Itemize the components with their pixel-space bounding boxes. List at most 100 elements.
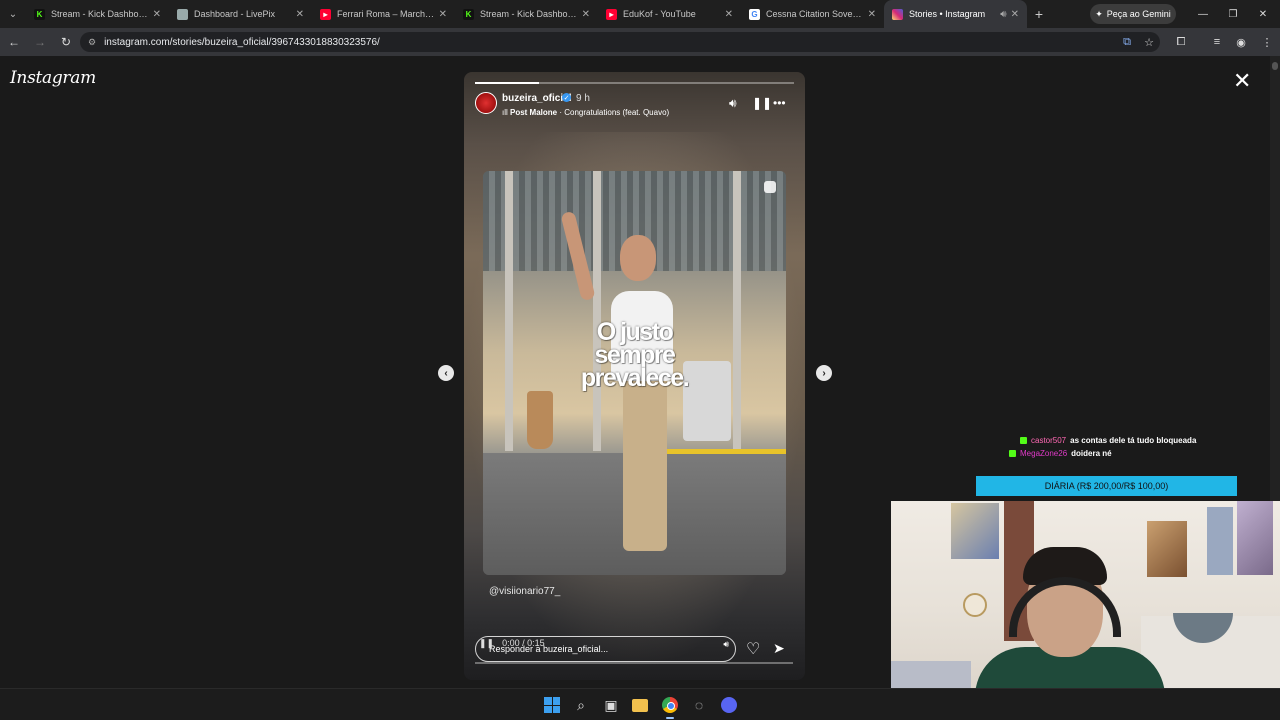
translate-icon[interactable]: ⧉	[1116, 28, 1138, 56]
app-icon[interactable]: ◌	[689, 695, 709, 715]
extensions-icon[interactable]: ⧠	[1170, 28, 1192, 56]
bookmark-star-icon[interactable]: ☆	[1138, 28, 1160, 56]
gemini-label: Peça ao Gemini	[1106, 9, 1171, 19]
speaker-icon[interactable]: 🔊︎	[1000, 9, 1006, 20]
tab-title: Ferrari Roma – Marcha e Pu	[337, 9, 435, 19]
story-caption: O justo sempre prevalece.	[580, 318, 690, 392]
youtube-icon: ▸	[320, 8, 331, 20]
music-artist: Post Malone	[510, 108, 558, 117]
scrollbar-thumb[interactable]	[1272, 62, 1278, 70]
music-title: Congratulations (feat. Quavo)	[564, 108, 670, 117]
tab-search-icon[interactable]: ⌄	[0, 0, 26, 28]
forward-button[interactable]: →	[28, 30, 52, 54]
site-info-icon[interactable]: ⚙	[88, 37, 96, 48]
livepix-icon	[177, 8, 188, 20]
close-icon[interactable]: ✕	[868, 9, 876, 20]
photo-person-legs	[623, 376, 667, 551]
profile-avatar-icon[interactable]: ◉	[1230, 28, 1252, 56]
close-icon[interactable]: ✕	[725, 9, 733, 20]
video-volume-icon[interactable]: 🔊︎	[723, 639, 729, 650]
story-progress-bar	[475, 82, 794, 84]
video-pause-icon[interactable]: ❚❚	[479, 638, 494, 648]
tab-strip: ⌄ K Stream - Kick Dashboard ✕ Dashboard …	[0, 0, 1280, 28]
story-viewer[interactable]: buzeira_oficial ✓ 9 h ıll Post Malone · …	[464, 72, 805, 680]
music-bars-icon: ıll	[502, 108, 510, 117]
wall-poster	[1147, 521, 1187, 577]
sticker-icon[interactable]	[764, 181, 776, 193]
url-text: instagram.com/stories/buzeira_oficial/39…	[104, 36, 380, 48]
story-music[interactable]: ıll Post Malone · Congratulations (feat.…	[502, 108, 669, 117]
tab-edukof[interactable]: ▸ EduKof - YouTube ✕	[598, 0, 741, 28]
instagram-logo[interactable]: Instagram	[10, 68, 96, 88]
photo-plant-pot	[527, 391, 553, 449]
tab-ferrari[interactable]: ▸ Ferrari Roma – Marcha e Pu ✕	[312, 0, 455, 28]
tab-title: Stories • Instagram	[909, 9, 986, 19]
story-mention[interactable]: @visiionario77_	[489, 586, 560, 597]
next-story-arrow-icon[interactable]: ›	[816, 365, 832, 381]
verified-badge-icon: ✓	[562, 93, 571, 102]
search-icon[interactable]: ⌕	[571, 695, 591, 715]
discord-icon[interactable]	[719, 695, 739, 715]
close-window-button[interactable]: ✕	[1248, 0, 1278, 28]
photo-pillar	[733, 171, 741, 451]
kick-icon	[1020, 437, 1027, 444]
tab-kick-dashboard-1[interactable]: K Stream - Kick Dashboard ✕	[26, 0, 169, 28]
gemini-button[interactable]: ✦ Peça ao Gemini	[1090, 4, 1176, 24]
avatar[interactable]	[475, 92, 497, 114]
windows-taskbar: ⌕ ▣ ◌	[0, 688, 1280, 720]
photo-pillar	[593, 171, 601, 451]
volume-icon[interactable]: 🔊︎	[729, 96, 737, 111]
chat-user: castor507	[1031, 436, 1067, 445]
chat-message: MegaZone26 doidera né	[1009, 449, 1112, 458]
like-heart-icon[interactable]: ♡	[746, 639, 760, 659]
reading-list-icon[interactable]: ≡	[1206, 28, 1228, 56]
close-icon[interactable]: ✕	[1011, 9, 1019, 20]
close-icon[interactable]: ✕	[582, 9, 590, 20]
kick-icon: K	[463, 8, 474, 20]
tab-title: Dashboard - LivePix	[194, 9, 276, 19]
tab-kick-dashboard-2[interactable]: K Stream - Kick Dashboard ✕	[455, 0, 598, 28]
video-scrubber[interactable]	[475, 662, 793, 664]
video-time: ❚❚ 0:00 / 0:15	[479, 638, 545, 649]
file-explorer-icon[interactable]	[630, 695, 650, 715]
restore-button[interactable]: ❐	[1218, 0, 1248, 28]
new-tab-button[interactable]: +	[1027, 6, 1051, 22]
minimize-button[interactable]: —	[1188, 0, 1218, 28]
chat-text: doidera né	[1071, 449, 1112, 458]
close-icon[interactable]: ✕	[439, 9, 447, 20]
chat-user: MegaZone26	[1020, 449, 1068, 458]
windows-start-icon[interactable]	[542, 695, 562, 715]
kick-icon	[1009, 450, 1016, 457]
story-username[interactable]: buzeira_oficial	[502, 93, 571, 104]
tab-livepix[interactable]: Dashboard - LivePix ✕	[169, 0, 312, 28]
story-progress-fill	[475, 82, 539, 84]
more-options-icon[interactable]: •••	[773, 96, 786, 110]
story-header: buzeira_oficial ✓ 9 h ıll Post Malone · …	[475, 90, 795, 120]
pause-icon[interactable]: ❚❚	[752, 96, 772, 110]
close-story-icon[interactable]: ✕	[1233, 70, 1251, 92]
tab-title: Cessna Citation Sovereign -	[766, 9, 864, 19]
video-time-text: 0:00 / 0:15	[502, 638, 545, 648]
kick-icon: K	[34, 8, 45, 20]
address-bar[interactable]: ⚙ instagram.com/stories/buzeira_oficial/…	[80, 32, 1160, 52]
back-button[interactable]: ←	[2, 30, 26, 54]
menu-dots-icon[interactable]: ⋮	[1256, 28, 1278, 56]
tab-cessna[interactable]: G Cessna Citation Sovereign - ✕	[741, 0, 884, 28]
story-photo: O justo sempre prevalece.	[483, 171, 786, 575]
gemini-icon: ✦	[1095, 8, 1103, 19]
photo-person-head	[620, 235, 656, 281]
wall-poster	[1207, 507, 1233, 575]
task-view-icon[interactable]: ▣	[601, 695, 621, 715]
instagram-icon	[892, 8, 903, 20]
reload-button[interactable]: ↻	[54, 30, 78, 54]
previous-story-arrow-icon[interactable]: ‹	[438, 365, 454, 381]
close-icon[interactable]: ✕	[153, 9, 161, 20]
wall-clock	[963, 593, 987, 617]
wall-poster	[1237, 501, 1273, 575]
tab-instagram-stories[interactable]: Stories • Instagram 🔊︎ ✕	[884, 0, 1027, 28]
story-time-ago: 9 h	[576, 93, 590, 104]
share-send-icon[interactable]: ➤	[773, 640, 785, 657]
tab-title: Stream - Kick Dashboard	[480, 9, 578, 19]
close-icon[interactable]: ✕	[296, 9, 304, 20]
chrome-icon[interactable]	[660, 695, 680, 715]
